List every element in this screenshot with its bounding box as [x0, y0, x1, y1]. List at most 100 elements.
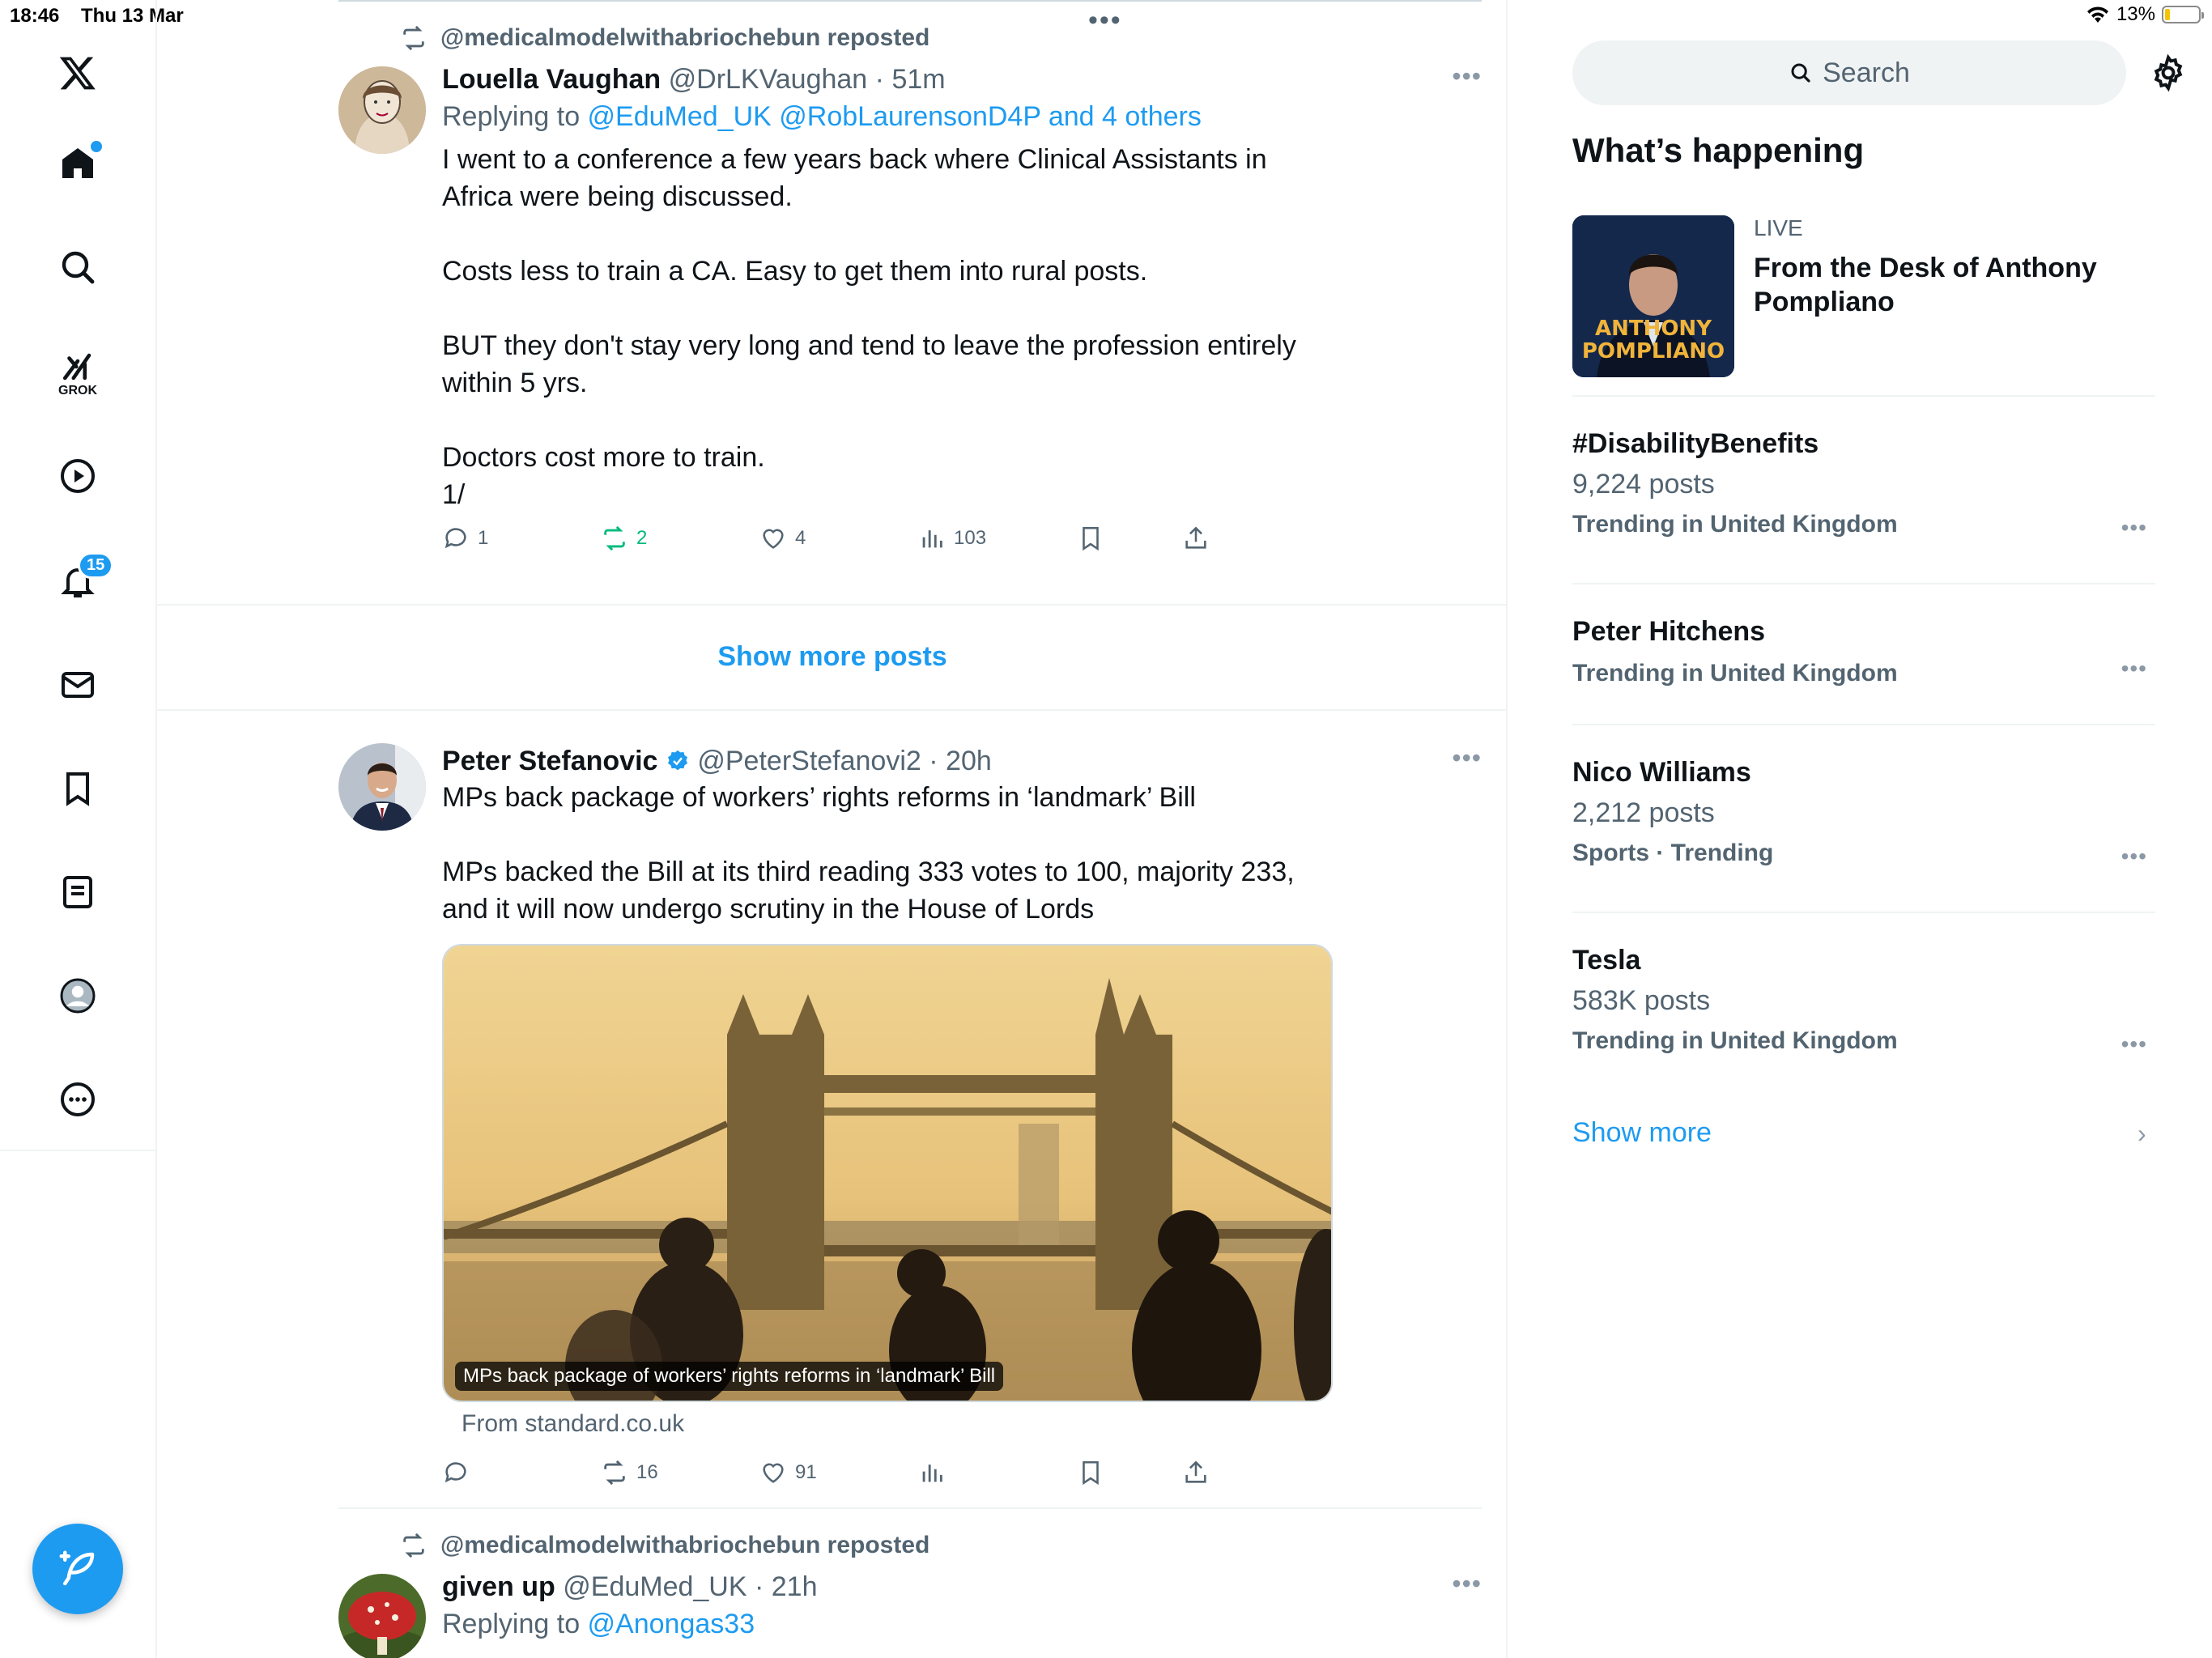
share-icon: [1185, 526, 1206, 549]
like-count: 4: [795, 527, 806, 549]
divider: [1572, 912, 2155, 913]
author-handle[interactable]: @PeterStefanovi2: [697, 746, 921, 776]
trend-item[interactable]: Nico Williams 2,212 posts Sports · Trend…: [1572, 755, 2155, 871]
author-handle[interactable]: @EduMed_UK: [563, 1571, 747, 1602]
repost-button[interactable]: 16: [601, 1459, 658, 1486]
trend-more-icon[interactable]: •••: [2121, 1031, 2147, 1057]
author-handle[interactable]: @DrLKVaughan: [669, 64, 868, 95]
live-title: From the Desk of Anthony Pompliano: [1754, 253, 2097, 317]
post-louella-vaughan[interactable]: @medicalmodelwithabriochebun reposted Lo…: [338, 24, 1482, 551]
search-input[interactable]: Search: [1572, 40, 2126, 105]
settings-gear-icon[interactable]: [2149, 53, 2188, 92]
replying-prefix: Replying to: [442, 1609, 588, 1639]
post-more-icon[interactable]: •••: [1452, 62, 1482, 91]
trend-item[interactable]: Peter Hitchens Trending in United Kingdo…: [1572, 614, 2155, 691]
share-button[interactable]: [1182, 1459, 1210, 1486]
post-header: given up @EduMed_UK · 21h: [442, 1569, 1482, 1605]
live-label: LIVE: [1754, 215, 1803, 240]
live-event-item[interactable]: ANTHONY POMPLIANO LIVE From the Desk of …: [1572, 215, 2155, 377]
repost-button[interactable]: 2: [601, 525, 647, 552]
replying-to-links[interactable]: @Anongas33: [588, 1609, 755, 1639]
bookmarks-icon[interactable]: [53, 764, 102, 813]
divider: [157, 604, 1506, 606]
chevron-right-icon: ›: [2138, 1119, 2146, 1148]
grok-label: GROK: [58, 384, 97, 397]
search-icon[interactable]: [53, 243, 102, 291]
repost-count: 2: [636, 527, 648, 549]
trend-more-icon[interactable]: •••: [2121, 515, 2147, 541]
bookmark-button[interactable]: [1077, 525, 1104, 552]
trend-more-icon[interactable]: •••: [2121, 656, 2147, 682]
author-name[interactable]: given up: [442, 1571, 555, 1602]
author-name[interactable]: Louella Vaughan: [442, 64, 661, 95]
bookmark-icon: [1083, 526, 1099, 551]
reply-button[interactable]: [442, 1459, 478, 1486]
avatar[interactable]: [338, 743, 426, 831]
trend-meta: Trending in United Kingdom: [1572, 511, 1898, 538]
view-count: 103: [954, 527, 987, 549]
show-more-trends-link[interactable]: Show more: [1572, 1117, 1712, 1149]
post-header: Peter Stefanovic @PeterStefanovi2 · 20h: [442, 743, 1482, 779]
avatar[interactable]: [338, 66, 426, 154]
reply-button[interactable]: 1: [442, 525, 488, 552]
trend-item[interactable]: Tesla 583K posts Trending in United King…: [1572, 942, 2155, 1059]
top-divider: [338, 0, 1482, 3]
like-button[interactable]: 91: [759, 1459, 817, 1486]
x-logo-icon[interactable]: [53, 49, 102, 97]
lists-icon[interactable]: [53, 868, 102, 916]
repost-by[interactable]: @medicalmodelwithabriochebun reposted: [440, 24, 929, 52]
profile-avatar-icon[interactable]: [53, 971, 102, 1020]
repost-icon: [604, 1460, 625, 1486]
notifications-bell-icon[interactable]: 15: [53, 552, 114, 606]
video-play-icon[interactable]: [53, 452, 102, 500]
divider: [157, 709, 1506, 711]
divider: [1572, 395, 2155, 397]
repost-icon: [403, 1533, 424, 1558]
trend-more-icon[interactable]: •••: [2121, 844, 2147, 869]
repost-indicator: @medicalmodelwithabriochebun reposted: [400, 1532, 1482, 1559]
bookmark-button[interactable]: [1077, 1459, 1104, 1486]
grok-icon[interactable]: GROK: [53, 342, 102, 406]
divider: [1572, 724, 2155, 725]
more-options-icon[interactable]: [53, 1075, 102, 1124]
home-icon[interactable]: [53, 139, 102, 188]
replying-to-links[interactable]: @EduMed_UK @RobLaurensonD4P and 4 others: [588, 101, 1202, 132]
card-source[interactable]: From standard.co.uk: [462, 1410, 1482, 1438]
repost-by[interactable]: @medicalmodelwithabriochebun reposted: [440, 1532, 929, 1559]
post-more-icon[interactable]: •••: [1452, 743, 1482, 773]
trend-meta: Sports · Trending: [1572, 840, 1774, 866]
post-header: Louella Vaughan @DrLKVaughan · 51m: [442, 62, 1482, 97]
card-caption: MPs back package of workers’ rights refo…: [455, 1362, 1004, 1391]
trend-name: Peter Hitchens: [1572, 616, 1766, 647]
post-given-up[interactable]: @medicalmodelwithabriochebun reposted gi…: [338, 1532, 1482, 1658]
share-button[interactable]: [1182, 525, 1210, 552]
verified-badge-icon: [667, 750, 687, 771]
trend-count: 2,212 posts: [1572, 797, 1715, 828]
post-actions: 16 91: [442, 1459, 1482, 1494]
views-button[interactable]: 103: [918, 525, 986, 552]
post-body: Peter Stefanovic @PeterStefanovi2 · 20h …: [442, 743, 1482, 1494]
show-more-posts-link[interactable]: Show more posts: [157, 641, 1506, 673]
compose-post-button[interactable]: [32, 1524, 123, 1614]
views-bar-chart-icon: [922, 1465, 942, 1482]
reply-count: 1: [478, 527, 489, 549]
repost-count: 16: [636, 1461, 658, 1483]
notifications-badge: 15: [78, 552, 114, 579]
post-body: given up @EduMed_UK · 21h ••• Replying t…: [442, 1569, 1482, 1643]
like-button[interactable]: 4: [759, 525, 806, 552]
views-button[interactable]: [918, 1459, 954, 1486]
views-bar-chart-icon: [922, 530, 942, 548]
avatar[interactable]: [338, 1574, 426, 1658]
post-more-icon[interactable]: •••: [1452, 1569, 1482, 1599]
search-icon: [1791, 63, 1810, 83]
messages-envelope-icon[interactable]: [53, 661, 102, 709]
live-thumb-text-2: POMPLIANO: [1581, 339, 1725, 363]
repost-indicator: @medicalmodelwithabriochebun reposted: [400, 24, 1482, 52]
bookmark-icon: [1083, 1460, 1099, 1486]
divider: [338, 1507, 1482, 1509]
author-name[interactable]: Peter Stefanovic: [442, 746, 657, 776]
heart-icon: [763, 1463, 784, 1483]
link-card-image[interactable]: MPs back package of workers’ rights refo…: [442, 944, 1333, 1402]
reply-icon: [445, 1462, 466, 1483]
trend-item[interactable]: #DisabilityBenefits 9,224 posts Trending…: [1572, 426, 2155, 542]
